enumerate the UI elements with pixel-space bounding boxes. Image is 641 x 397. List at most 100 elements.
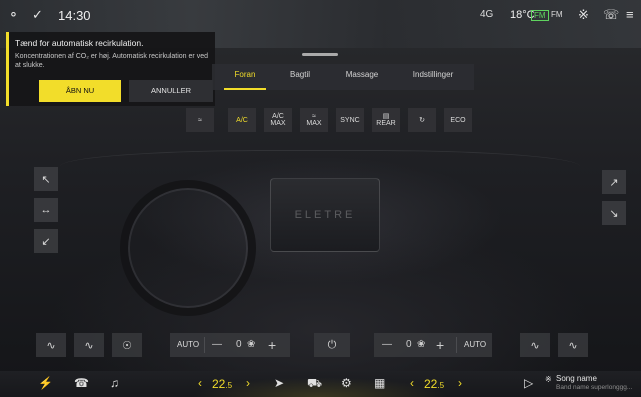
apps-grid-icon[interactable]: ▦: [374, 376, 385, 390]
sync-button[interactable]: SYNC: [336, 108, 364, 132]
phone-icon[interactable]: ☎: [74, 376, 89, 390]
left-fan-level: 0: [236, 339, 242, 350]
defrost-front-icon: ≈: [198, 116, 202, 124]
seat-heat-left-button[interactable]: ∿: [36, 333, 66, 357]
temp-value: 22: [424, 377, 438, 391]
tab-label: Bagtil: [289, 70, 310, 79]
steering-wheel: [120, 180, 256, 316]
fan-icon: ❀: [417, 339, 426, 350]
car-icon[interactable]: ⛟: [307, 376, 322, 392]
defrost-max-icon: ≈: [312, 113, 316, 120]
seat-heat-icon: ∿: [46, 339, 56, 352]
active-tab-indicator: [224, 88, 266, 90]
seat-vent-right-button[interactable]: ∿: [558, 333, 588, 357]
defrost-rear-icon: ▤: [382, 113, 390, 120]
vent-lower-left-button[interactable]: ↙: [34, 229, 58, 253]
center-display: ELETRE: [270, 178, 380, 252]
ac-mode-row: ≈ A/C A/C MAX ≈ MAX SYNC ▤ REAR ↻ ECO: [186, 108, 476, 132]
tab-massage[interactable]: Massage: [336, 64, 388, 90]
ac-max-button[interactable]: A/C MAX: [264, 108, 292, 132]
panel-drag-handle[interactable]: [302, 53, 338, 56]
steering-heat-button[interactable]: ☉: [112, 333, 142, 357]
recirculation-button[interactable]: ↻: [408, 108, 436, 132]
ac-button[interactable]: A/C: [228, 108, 256, 132]
seat-vent-icon: ∿: [568, 339, 578, 352]
user-icon[interactable]: ⚬: [8, 7, 19, 23]
tab-indstillinger[interactable]: Indstillinger: [398, 64, 468, 90]
tab-label: Massage: [345, 70, 379, 79]
front-defrost-button[interactable]: ≈: [186, 108, 214, 132]
left-fan-plus-button[interactable]: +: [268, 333, 276, 357]
tab-bagtil[interactable]: Bagtil: [278, 64, 322, 90]
mode-label: SYNC: [340, 116, 360, 124]
mute-icon[interactable]: ✓: [32, 7, 43, 23]
mode-label: A/C MAX: [270, 113, 286, 127]
vent-icon: ↙: [41, 235, 51, 248]
right-fan-plus-button[interactable]: +: [436, 333, 444, 357]
vent-icon: ↔: [40, 204, 52, 216]
right-fan-level: 0: [406, 339, 412, 350]
left-temp-decrease-button[interactable]: ‹: [198, 376, 202, 390]
status-bar: ⚬ ✓ 14:30 4G 18°C FM FM ※ ☏ ≡: [0, 0, 641, 30]
status-time: 14:30: [58, 8, 91, 23]
vent-icon: ↖: [41, 173, 51, 186]
settings-toggle-icon[interactable]: ≡: [626, 7, 634, 22]
eco-button[interactable]: ECO: [444, 108, 472, 132]
artist-name: Band name superlonggg...: [556, 384, 633, 391]
recirculation-notification: Tænd for automatisk recirkulation. Konce…: [6, 32, 215, 106]
rear-defrost-button[interactable]: ▤ REAR: [372, 108, 400, 132]
phone-status-icon: ☏: [603, 7, 620, 22]
seat-vent-left-button[interactable]: ∿: [74, 333, 104, 357]
seat-vent-icon: ∿: [84, 339, 94, 352]
climate-tabs: Foran Bagtil Massage Indstillinger: [212, 64, 474, 90]
settings-gear-icon[interactable]: ⚙: [341, 376, 352, 390]
mode-label: A/C: [236, 116, 248, 124]
center-display-logo: ELETRE: [294, 209, 356, 221]
climate-power-button[interactable]: ⏻: [314, 333, 350, 357]
tab-label: Indstillinger: [412, 70, 454, 79]
left-fan-minus-button[interactable]: —: [212, 333, 222, 357]
right-temperature: 22.5: [424, 377, 444, 391]
notification-body: Koncentrationen af CO₂ er høj. Automatis…: [15, 53, 208, 69]
right-temp-increase-button[interactable]: ›: [458, 376, 462, 390]
tab-label: Foran: [234, 70, 256, 79]
mode-label: MAX: [306, 120, 322, 127]
right-fan-auto-button[interactable]: AUTO: [464, 333, 486, 357]
song-title[interactable]: Song name: [556, 374, 597, 383]
mode-label: ECO: [450, 116, 466, 124]
notification-title: Tænd for automatisk recirkulation.: [15, 38, 144, 48]
signal-icon: 4G: [480, 9, 494, 20]
navigation-icon[interactable]: ➤: [274, 376, 284, 390]
temp-decimal: .5: [437, 381, 445, 390]
mode-label: REAR: [376, 120, 396, 127]
steering-heat-icon: ☉: [122, 339, 132, 352]
fan-icon: ❀: [247, 339, 256, 350]
vent-middle-left-button[interactable]: ↔: [34, 198, 58, 222]
radio-badge: FM: [531, 10, 549, 21]
vent-upper-left-button[interactable]: ↖: [34, 167, 58, 191]
right-fan-minus-button[interactable]: —: [382, 333, 392, 357]
tab-foran[interactable]: Foran: [222, 64, 268, 90]
vent-upper-right-button[interactable]: ↗: [602, 170, 626, 194]
cancel-button[interactable]: ANNULLER: [129, 80, 213, 102]
divider: [204, 337, 205, 353]
left-fan-auto-button[interactable]: AUTO: [177, 333, 199, 357]
music-icon[interactable]: ♫: [110, 376, 119, 390]
temp-decimal: .5: [225, 381, 233, 390]
divider: [456, 337, 457, 353]
temp-value: 22: [212, 377, 226, 391]
left-temperature: 22.5: [212, 377, 232, 391]
open-now-button[interactable]: ÅBN NU: [39, 80, 121, 102]
energy-icon[interactable]: ⚡: [38, 376, 53, 390]
right-temp-decrease-button[interactable]: ‹: [410, 376, 414, 390]
vent-lower-right-button[interactable]: ↘: [602, 201, 626, 225]
max-defrost-button[interactable]: ≈ MAX: [300, 108, 328, 132]
right-fan-control: — 0 ❀ + AUTO: [374, 333, 492, 357]
left-fan-control: AUTO — 0 ❀ +: [170, 333, 290, 357]
seat-heat-right-button[interactable]: ∿: [520, 333, 550, 357]
left-temp-increase-button[interactable]: ›: [246, 376, 250, 390]
play-icon[interactable]: ▷: [524, 376, 533, 390]
vent-icon: ↘: [609, 207, 619, 220]
radio-badge-secondary: FM: [551, 10, 563, 19]
bluetooth-icon: ※: [578, 7, 589, 22]
